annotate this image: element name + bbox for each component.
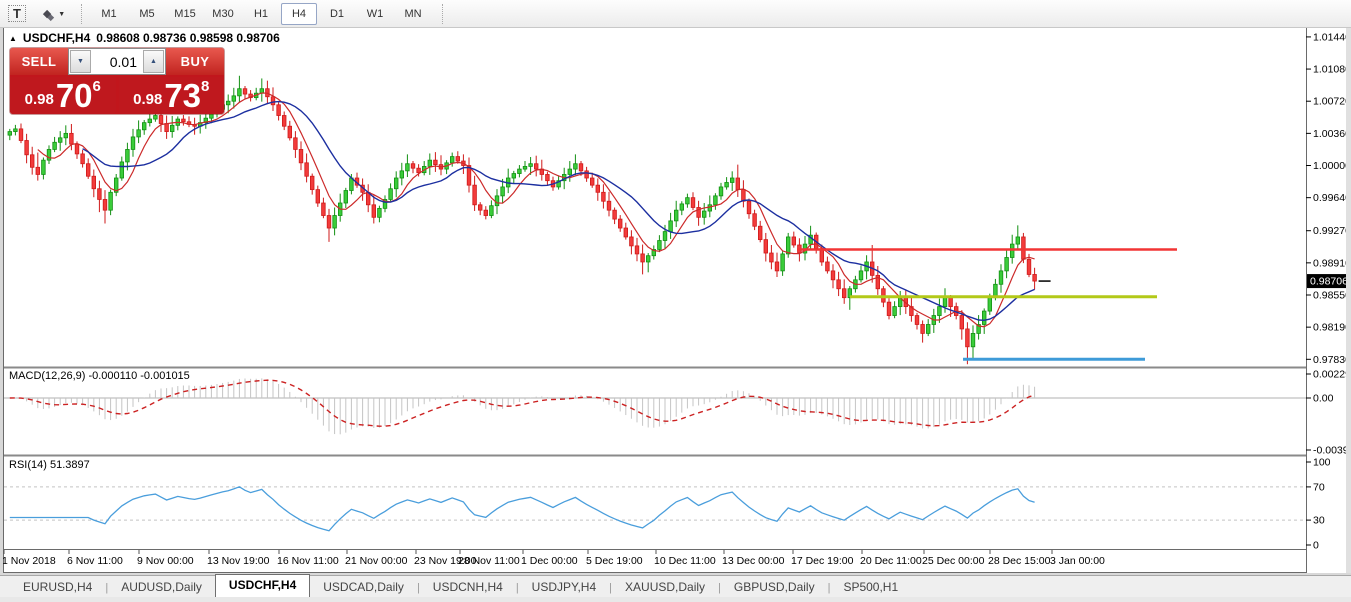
time-axis-label: 10 Dec 11:00 <box>654 555 716 567</box>
time-axis-label: 25 Dec 00:00 <box>922 555 985 567</box>
time-axis-label: 1 Dec 00:00 <box>521 555 578 567</box>
tab-usdchf-h4[interactable]: USDCHF,H4 <box>215 574 310 597</box>
diamond-icon: ◆ <box>47 12 54 23</box>
rsi-label: RSI(14) 51.3897 <box>9 459 90 471</box>
timeframe-button-d1[interactable]: D1 <box>319 3 355 25</box>
tab-gbpusd-daily[interactable]: GBPUSD,Daily <box>721 578 828 597</box>
tab-usdjpy-h4[interactable]: USDJPY,H4 <box>519 578 609 597</box>
rsi-axis-label: 30 <box>1313 515 1325 527</box>
timeframe-button-h4[interactable]: H4 <box>281 3 317 25</box>
rsi-axis: 100 70 30 0 <box>1306 457 1331 552</box>
macd-axis-label: 0.00 <box>1313 393 1334 405</box>
rsi-axis-label: 100 <box>1313 457 1331 469</box>
time-axis-label: 28 Nov 11:00 <box>458 555 520 567</box>
lot-increase-button[interactable]: ▲ <box>143 50 164 73</box>
chart-ohlc-values: 0.98608 0.98736 0.98598 0.98706 <box>96 31 280 45</box>
spinner-down-icon: ▼ <box>77 58 84 65</box>
current-price-label: 0.98706 <box>1310 276 1348 288</box>
timeframe-button-w1[interactable]: W1 <box>357 3 393 25</box>
time-axis-label: 21 Nov 00:00 <box>345 555 408 567</box>
timeframe-button-h1[interactable]: H1 <box>243 3 279 25</box>
top-toolbar: T ◆ ◆ ▼ M1M5M15M30H1H4D1W1MN <box>0 0 1351 28</box>
time-axis-label: 1 Nov 2018 <box>2 555 56 567</box>
tab-eurusd-h4[interactable]: EURUSD,H4 <box>10 578 105 597</box>
macd-axis: 0.0022970.00-0.003904 <box>1306 369 1351 457</box>
buy-price-pips: 73 <box>164 79 201 112</box>
sell-price-pips: 70 <box>56 79 93 112</box>
buy-price-base: 0.98 <box>133 91 162 108</box>
time-axis-label: 5 Dec 19:00 <box>586 555 643 567</box>
window-right-edge <box>1346 28 1351 602</box>
timeframe-button-group: M1M5M15M30H1H4D1W1MN <box>90 3 432 25</box>
buy-price-point: 8 <box>201 78 209 95</box>
timeframe-button-m30[interactable]: M30 <box>205 3 241 25</box>
current-price-badge <box>1307 274 1351 288</box>
chart-collapse-icon[interactable]: ▲ <box>9 34 17 43</box>
buy-price-display[interactable]: 0.98 73 8 <box>119 77 225 114</box>
one-click-trading-panel: SELL ▼ 0.01 ▲ BUY 0.98 70 6 0.98 73 8 <box>10 48 224 114</box>
time-axis-label: 20 Dec 11:00 <box>860 555 922 567</box>
macd-label: MACD(12,26,9) -0.000110 -0.001015 <box>9 370 190 382</box>
status-strip <box>0 597 1351 602</box>
sell-button[interactable]: SELL <box>10 48 68 75</box>
time-axis: 1 Nov 2018 6 Nov 11:00 9 Nov 00:00 13 Nov 1… <box>2 550 1105 567</box>
lot-decrease-button[interactable]: ▼ <box>70 50 91 73</box>
window-left-edge <box>0 28 3 602</box>
sell-price-display[interactable]: 0.98 70 6 <box>10 77 116 114</box>
time-axis-label: 3 Jan 00:00 <box>1050 555 1105 567</box>
price-axis: 1.014401.010801.007201.003601.000000.996… <box>1306 31 1351 365</box>
rsi-axis-label: 0 <box>1313 540 1319 552</box>
spinner-up-icon: ▲ <box>150 58 157 65</box>
tab-audusd-daily[interactable]: AUDUSD,Daily <box>108 578 215 597</box>
dropdown-caret-icon: ▼ <box>58 11 65 18</box>
chart-tab-bar: EURUSD,H4|AUDUSD,DailyUSDCHF,H4USDCAD,Da… <box>0 575 1351 597</box>
rsi-axis-label: 70 <box>1313 481 1325 493</box>
sell-price-base: 0.98 <box>25 91 54 108</box>
lot-size-value[interactable]: 0.01 <box>92 49 142 74</box>
text-tool-button[interactable]: T <box>5 3 29 25</box>
buy-button[interactable]: BUY <box>166 48 224 75</box>
lot-size-control: ▼ 0.01 ▲ <box>68 48 166 75</box>
time-axis-label: 28 Dec 15:00 <box>988 555 1051 567</box>
tab-sp500-h1[interactable]: SP500,H1 <box>830 578 911 597</box>
text-tool-icon: T <box>8 5 26 22</box>
timeframe-button-m15[interactable]: M15 <box>167 3 203 25</box>
chart-symbol-label: USDCHF,H4 <box>23 31 90 45</box>
tab-usdcnh-h4[interactable]: USDCNH,H4 <box>420 578 516 597</box>
time-axis-label: 16 Nov 11:00 <box>277 555 339 567</box>
tab-xauusd-daily[interactable]: XAUUSD,Daily <box>612 578 718 597</box>
tab-usdcad-daily[interactable]: USDCAD,Daily <box>310 578 417 597</box>
toolbar-separator <box>442 4 443 24</box>
time-axis-label: 9 Nov 00:00 <box>137 555 194 567</box>
timeframe-button-mn[interactable]: MN <box>395 3 431 25</box>
time-axis-label: 23 Nov 19:00 <box>414 555 477 567</box>
arrow-objects-button[interactable]: ◆ ◆ ▼ <box>37 3 71 25</box>
time-axis-label: 13 Dec 00:00 <box>722 555 785 567</box>
timeframe-button-m1[interactable]: M1 <box>91 3 127 25</box>
toolbar-separator <box>81 4 82 24</box>
time-axis-label: 17 Dec 19:00 <box>791 555 854 567</box>
time-axis-label: 6 Nov 11:00 <box>67 555 123 567</box>
chart-title: ▲ USDCHF,H4 0.98608 0.98736 0.98598 0.98… <box>9 31 280 45</box>
timeframe-button-m5[interactable]: M5 <box>129 3 165 25</box>
sell-price-point: 6 <box>93 78 101 95</box>
time-axis-label: 13 Nov 19:00 <box>207 555 270 567</box>
